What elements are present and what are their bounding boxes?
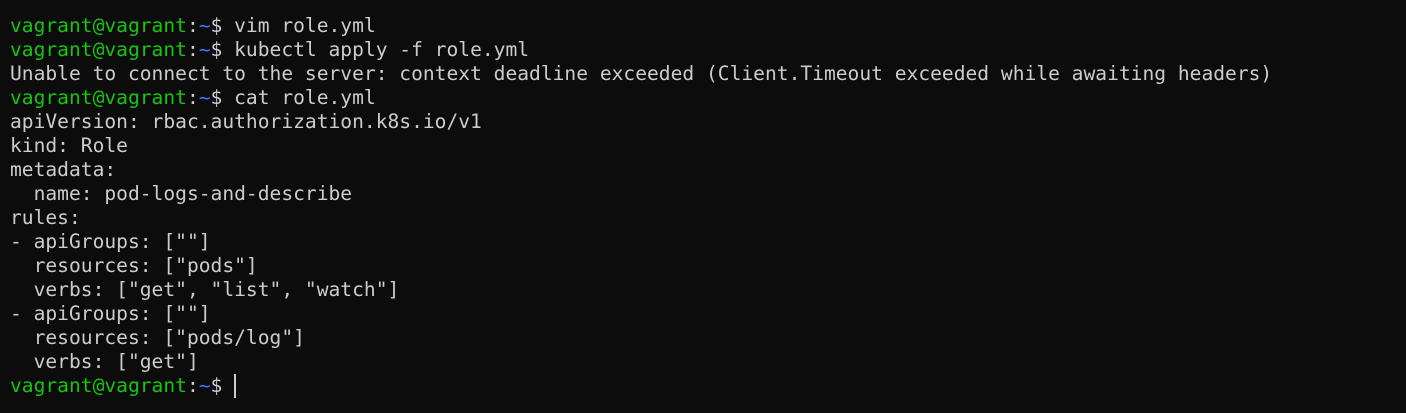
yaml-output-line: verbs: ["get", "list", "watch"]	[10, 278, 400, 301]
prompt-line-cat: vagrant@vagrant:~$ cat role.yml	[10, 86, 1406, 110]
active-prompt-line[interactable]: vagrant@vagrant:~$	[10, 374, 1406, 398]
prompt-path: ~	[198, 14, 211, 37]
text-cursor[interactable]	[234, 374, 237, 398]
prompt-symbol: $	[210, 14, 235, 37]
yaml-output-line: resources: ["pods"]	[10, 254, 258, 277]
prompt-separator: :	[186, 38, 199, 61]
yaml-output-line: kind: Role	[10, 134, 128, 157]
yaml-output-line: apiVersion: rbac.authorization.k8s.io/v1	[10, 110, 482, 133]
yaml-output-line: verbs: ["get"]	[10, 350, 199, 373]
yaml-output-line: - apiGroups: [""]	[10, 302, 211, 325]
prompt-separator: :	[186, 374, 199, 397]
prompt-path: ~	[198, 374, 211, 397]
terminal-window[interactable]: vagrant@vagrant:~$ vim role.yml vagrant@…	[0, 0, 1406, 413]
error-output-line: Unable to connect to the server: context…	[10, 62, 1273, 85]
yaml-output-line: resources: ["pods/log"]	[10, 326, 305, 349]
prompt-symbol: $	[210, 38, 235, 61]
prompt-separator: :	[186, 14, 199, 37]
command-cat: cat role.yml	[234, 86, 376, 109]
prompt-user-host: vagrant@vagrant	[10, 38, 187, 61]
prompt-user-host: vagrant@vagrant	[10, 14, 187, 37]
prompt-line-vim: vagrant@vagrant:~$ vim role.yml	[10, 14, 1406, 38]
yaml-output-line: name: pod-logs-and-describe	[10, 182, 353, 205]
command-vim: vim role.yml	[234, 14, 376, 37]
yaml-output-line: metadata:	[10, 158, 117, 181]
prompt-symbol: $	[210, 86, 235, 109]
yaml-output-line: - apiGroups: [""]	[10, 230, 211, 253]
prompt-user-host: vagrant@vagrant	[10, 374, 187, 397]
prompt-line-kubectl: vagrant@vagrant:~$ kubectl apply -f role…	[10, 38, 1406, 62]
prompt-separator: :	[186, 86, 199, 109]
prompt-path: ~	[198, 86, 211, 109]
command-kubectl-apply: kubectl apply -f role.yml	[234, 38, 530, 61]
prompt-symbol: $	[210, 374, 235, 397]
prompt-user-host: vagrant@vagrant	[10, 86, 187, 109]
prompt-path: ~	[198, 38, 211, 61]
yaml-output-line: rules:	[10, 206, 81, 229]
